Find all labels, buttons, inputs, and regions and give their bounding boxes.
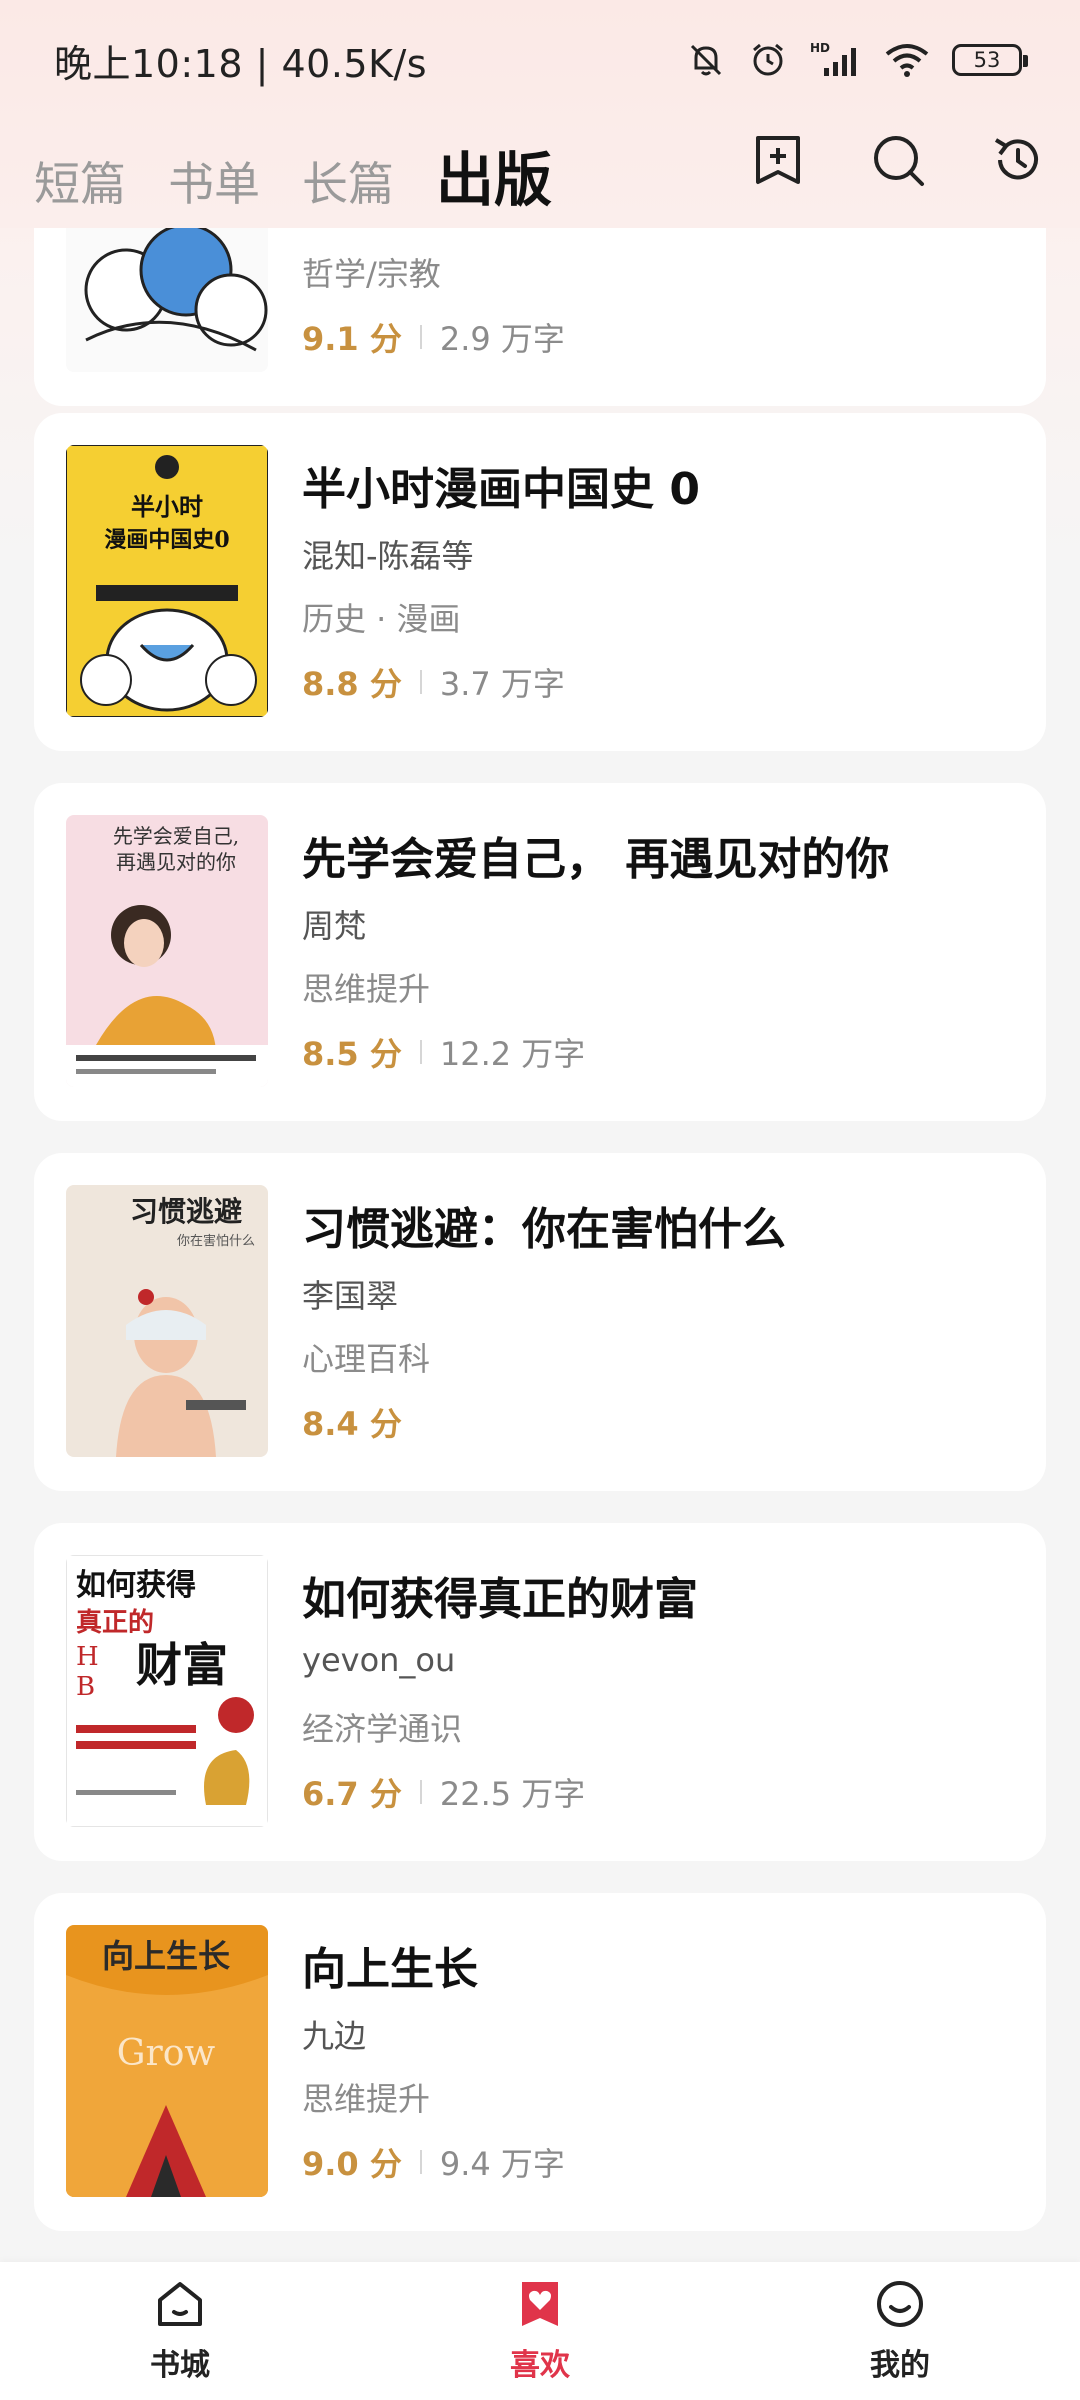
book-card[interactable]: 习惯逃避 你在害怕什么 习惯逃避：你在害怕什么 李国翠 心理百科 8.4 分 <box>34 1153 1046 1491</box>
book-meta: 8.4 分 <box>302 1399 402 1445</box>
book-word-count: 12.2 万字 <box>439 1035 586 1073</box>
book-cover: 向上生长 Grow <box>66 1925 268 2197</box>
book-category: 哲学/宗教 <box>302 255 441 293</box>
book-score: 9.0 分 <box>302 2145 402 2183</box>
svg-text:真正的: 真正的 <box>76 1607 154 1638</box>
svg-text:习惯逃避: 习惯逃避 <box>130 1195 242 1228</box>
meta-separator <box>419 325 422 349</box>
book-author: 周梵 <box>302 907 367 945</box>
book-author: 九边 <box>302 2017 367 2055</box>
book-category: 历史 · 漫画 <box>302 600 461 638</box>
meta-separator <box>419 1040 422 1064</box>
tab-published[interactable]: 出版 <box>436 133 561 219</box>
search-icon[interactable] <box>870 132 926 188</box>
book-title: 向上生长 <box>302 1944 478 1995</box>
svg-text:你在害怕什么: 你在害怕什么 <box>177 1233 255 1249</box>
book-card[interactable]: 半小时 漫画中国史0 半小时漫画中国史 0 混知-陈磊等 历史 · 漫画 8.8… <box>34 413 1046 751</box>
meta-separator <box>419 670 422 694</box>
svg-text:再遇见对的你: 再遇见对的你 <box>116 850 236 874</box>
add-bookmark-icon[interactable] <box>750 132 806 188</box>
book-score: 9.1 分 <box>302 320 402 358</box>
book-card[interactable]: 如何获得 真正的 财富 H B 如何获得真正的财富 yevon_ou 经济学通识… <box>34 1523 1046 1861</box>
book-score: 6.7 分 <box>302 1775 402 1813</box>
book-cover: 先学会爱自己, 再遇见对的你 <box>66 815 268 1087</box>
tab-book-lists[interactable]: 书单 <box>168 148 260 214</box>
history-icon[interactable] <box>990 132 1046 188</box>
bottom-navigation: 书城 喜欢 我的 <box>0 2262 1080 2400</box>
svg-text:H: H <box>76 1642 99 1672</box>
book-word-count: 9.4 万字 <box>439 2145 565 2183</box>
book-meta: 8.5 分 12.2 万字 <box>302 1029 585 1075</box>
meta-separator <box>419 1780 422 1804</box>
svg-text:半小时: 半小时 <box>131 492 203 521</box>
svg-text:B: B <box>76 1672 95 1702</box>
wifi-icon <box>884 40 930 80</box>
book-title: 如何获得真正的财富 <box>302 1574 698 1625</box>
book-category: 心理百科 <box>302 1340 431 1378</box>
book-card[interactable]: 向上生长 Grow 向上生长 九边 思维提升 9.0 分 9.4 万字 <box>34 1893 1046 2231</box>
book-score: 8.5 分 <box>302 1035 402 1073</box>
book-cover: 如何获得 真正的 财富 H B <box>66 1555 268 1827</box>
heart-bookmark-icon <box>514 2278 566 2334</box>
tab-short-stories[interactable]: 短篇 <box>34 148 126 214</box>
status-bar: 晚上10:18 | 40.5K/s HD 53 <box>0 0 1080 120</box>
nav-favorites[interactable]: 喜欢 <box>440 2278 640 2384</box>
svg-text:财富: 财富 <box>136 1638 228 1692</box>
book-cover: 半小时 漫画中国史0 <box>66 445 268 717</box>
home-icon <box>154 2278 206 2334</box>
svg-text:漫画中国史0: 漫画中国史0 <box>104 527 229 553</box>
nav-label: 喜欢 <box>510 2348 570 2383</box>
book-category: 思维提升 <box>302 2080 431 2118</box>
tab-long-stories[interactable]: 长篇 <box>302 148 394 214</box>
svg-text:向上生长: 向上生长 <box>102 1937 230 1975</box>
nav-label: 书城 <box>150 2348 210 2383</box>
book-category: 思维提升 <box>302 970 431 1008</box>
book-meta: 9.1 分 2.9 万字 <box>302 314 565 360</box>
svg-text:HD: HD <box>810 41 830 55</box>
book-score: 8.8 分 <box>302 665 402 703</box>
book-author: yevon_ou <box>302 1641 456 1679</box>
book-meta: 8.8 分 3.7 万字 <box>302 659 565 705</box>
book-card[interactable]: 先学会爱自己, 再遇见对的你 先学会爱自己， 再遇见对的你 周梵 思维提升 8.… <box>34 783 1046 1121</box>
nav-bookstore[interactable]: 书城 <box>80 2278 280 2384</box>
book-title: 先学会爱自己， 再遇见对的你 <box>302 834 890 885</box>
nav-label: 我的 <box>870 2348 930 2383</box>
book-word-count: 3.7 万字 <box>439 665 565 703</box>
signal-icon: HD <box>810 40 862 80</box>
status-icons: HD 53 <box>686 40 1028 80</box>
book-score: 8.4 分 <box>302 1405 402 1443</box>
book-author: 混知-陈磊等 <box>302 537 474 575</box>
category-tabs: 短篇 书单 长篇 出版 <box>34 133 561 219</box>
book-meta: 9.0 分 9.4 万字 <box>302 2139 565 2185</box>
battery-indicator: 53 <box>952 44 1028 76</box>
smile-face-icon <box>874 2278 926 2334</box>
book-title: 习惯逃避：你在害怕什么 <box>302 1204 786 1255</box>
book-meta: 6.7 分 22.5 万字 <box>302 1769 585 1815</box>
book-author: 李国翠 <box>302 1277 399 1315</box>
book-word-count: 22.5 万字 <box>439 1775 586 1813</box>
bell-muted-icon <box>686 40 726 80</box>
nav-profile[interactable]: 我的 <box>800 2278 1000 2384</box>
alarm-icon <box>748 40 788 80</box>
meta-separator <box>419 2150 422 2174</box>
top-tab-bar: 短篇 书单 长篇 出版 <box>0 120 1080 230</box>
status-time: 晚上10:18 | 40.5K/s <box>54 41 428 86</box>
svg-text:先学会爱自己,: 先学会爱自己, <box>113 824 239 848</box>
svg-text:如何获得: 如何获得 <box>76 1568 196 1603</box>
book-title: 半小时漫画中国史 0 <box>302 464 700 515</box>
book-cover: 习惯逃避 你在害怕什么 <box>66 1185 268 1457</box>
svg-text:Grow: Grow <box>117 2033 216 2074</box>
book-category: 经济学通识 <box>302 1710 463 1748</box>
book-word-count: 2.9 万字 <box>439 320 565 358</box>
header-actions <box>750 132 1046 188</box>
